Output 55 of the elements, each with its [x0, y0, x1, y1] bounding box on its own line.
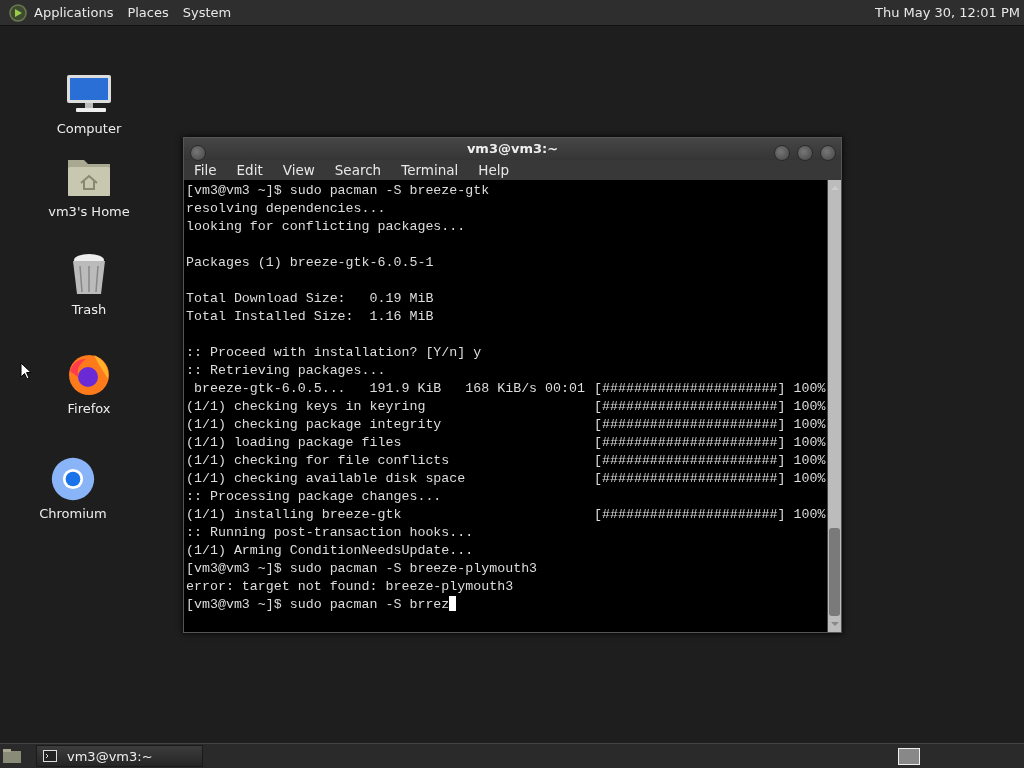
- desktop-icon-label[interactable]: Computer: [56, 121, 122, 136]
- terminal-line: looking for conflicting packages...: [186, 219, 466, 234]
- menu-item[interactable]: Help: [478, 161, 510, 178]
- scrollbar-thumb[interactable]: [829, 528, 840, 616]
- minimize-button[interactable]: [774, 145, 790, 161]
- terminal-line: :: Processing package changes...: [186, 489, 442, 504]
- terminal-line: Total Installed Size: 1.16 MiB: [186, 309, 434, 324]
- desktop-icon-label[interactable]: Firefox: [67, 401, 111, 416]
- terminal-line: (1/1) checking available disk space: [186, 471, 466, 486]
- progress-text: [######################] 100%: [594, 470, 826, 488]
- panel-menu[interactable]: Applications: [34, 5, 114, 20]
- terminal-line: [vm3@vm3 ~]$ sudo pacman -S breeze-gtk: [186, 183, 490, 198]
- terminal-line: (1/1) installing breeze-gtk: [186, 507, 402, 522]
- workspace-switcher[interactable]: [898, 747, 920, 765]
- terminal-line: (1/1) loading package files: [186, 435, 402, 450]
- close-button[interactable]: [820, 145, 836, 161]
- menu-item[interactable]: Edit: [236, 161, 263, 178]
- taskbar-button[interactable]: vm3@vm3:~: [36, 745, 203, 767]
- terminal-line: :: Running post-transaction hooks...: [186, 525, 474, 540]
- mouse-pointer-icon: [20, 362, 32, 380]
- terminal-line: (1/1) checking package integrity: [186, 417, 442, 432]
- terminal-line: breeze-gtk-6.0.5... 191.9 KiB 168 KiB/s 00:01: [192, 381, 585, 396]
- maximize-button[interactable]: [797, 145, 813, 161]
- progress-text: [######################] 100%: [594, 452, 826, 470]
- panel-menu[interactable]: System: [182, 5, 232, 20]
- terminal-icon: [43, 750, 57, 762]
- desktop-icon-label[interactable]: Trash: [71, 302, 107, 317]
- progress-text: [######################] 100%: [594, 380, 826, 398]
- desktop-icon-label[interactable]: vm3's Home: [48, 204, 130, 219]
- terminal-line: (1/1) Arming ConditionNeedsUpdate...: [186, 543, 474, 558]
- menu-item[interactable]: Terminal: [401, 161, 459, 178]
- progress-text: [######################] 100%: [594, 506, 826, 524]
- terminal-line: Packages (1) breeze-gtk-6.0.5-1: [186, 255, 434, 270]
- menu-item[interactable]: File: [194, 161, 217, 178]
- terminal-line: :: Retrieving packages...: [186, 363, 386, 378]
- terminal-line: (1/1) checking keys in keyring: [186, 399, 426, 414]
- menu-item[interactable]: View: [282, 161, 315, 178]
- terminal-line: [vm3@vm3 ~]$ sudo pacman -S breeze-plymouth3: [186, 561, 538, 576]
- progress-text: [######################] 100%: [594, 416, 826, 434]
- desktop-icon-label[interactable]: Chromium: [39, 506, 107, 521]
- show-desktop-icon[interactable]: [2, 748, 22, 764]
- window-title: vm3@vm3:~: [466, 141, 559, 157]
- menu-logo-icon[interactable]: [8, 2, 28, 23]
- terminal-line: (1/1) checking for file conflicts: [186, 453, 450, 468]
- terminal-line: :: Proceed with installation? [Y/n] y: [186, 345, 482, 360]
- progress-text: [######################] 100%: [594, 434, 826, 452]
- terminal-line: Total Download Size: 0.19 MiB: [186, 291, 434, 306]
- progress-text: [######################] 100%: [594, 398, 826, 416]
- clock[interactable]: Thu May 30, 12:01 PM: [874, 5, 1020, 20]
- terminal-line: resolving dependencies...: [186, 201, 386, 216]
- menu-item[interactable]: Search: [334, 161, 382, 178]
- terminal-line: [vm3@vm3 ~]$ sudo pacman -S brrez: [186, 597, 450, 612]
- window-menu-button[interactable]: [190, 145, 206, 161]
- panel-menu[interactable]: Places: [127, 5, 169, 20]
- terminal-line: error: target not found: breeze-plymouth3: [186, 579, 514, 594]
